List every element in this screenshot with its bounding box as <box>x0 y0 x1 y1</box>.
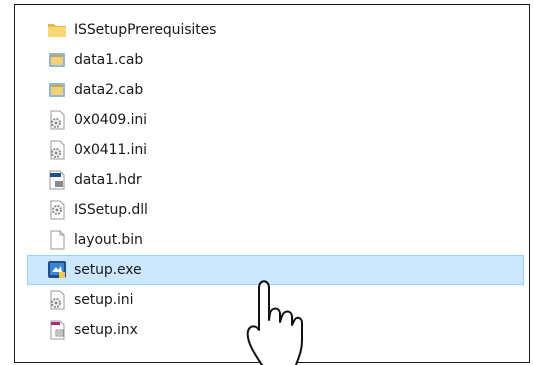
file-row-0x0411-ini[interactable]: 0x0411.ini <box>27 135 524 165</box>
file-row-setup-exe[interactable]: setup.exe <box>27 255 524 285</box>
file-list: ISSetupPrerequisites data1.cab data2.cab… <box>27 15 524 345</box>
file-list-panel: ISSetupPrerequisites data1.cab data2.cab… <box>14 4 530 363</box>
file-name: setup.exe <box>74 262 142 278</box>
file-name: data2.cab <box>74 82 144 98</box>
file-name: 0x0409.ini <box>74 112 147 128</box>
file-row-data1-hdr[interactable]: data1.hdr <box>27 165 524 195</box>
file-name: setup.inx <box>74 322 138 338</box>
file-name: data1.cab <box>74 52 144 68</box>
file-name: layout.bin <box>74 232 143 248</box>
dll-file-icon <box>47 200 67 220</box>
settings-file-icon <box>47 110 67 130</box>
setup-exe-icon <box>47 260 67 280</box>
file-row-data2-cab[interactable]: data2.cab <box>27 75 524 105</box>
file-row-data1-cab[interactable]: data1.cab <box>27 45 524 75</box>
file-name: ISSetup.dll <box>74 202 148 218</box>
hdr-file-icon <box>47 170 67 190</box>
inx-file-icon <box>47 320 67 340</box>
file-name: ISSetupPrerequisites <box>74 22 217 38</box>
folder-icon <box>47 20 67 40</box>
file-row-setup-inx[interactable]: setup.inx <box>27 315 524 345</box>
file-row-issetup-dll[interactable]: ISSetup.dll <box>27 195 524 225</box>
file-row-layout-bin[interactable]: layout.bin <box>27 225 524 255</box>
file-row-issetupprerequisites[interactable]: ISSetupPrerequisites <box>27 15 524 45</box>
cabinet-file-icon <box>47 80 67 100</box>
file-name: data1.hdr <box>74 172 142 188</box>
file-name: setup.ini <box>74 292 134 308</box>
file-row-setup-ini[interactable]: setup.ini <box>27 285 524 315</box>
cabinet-file-icon <box>47 50 67 70</box>
file-row-0x0409-ini[interactable]: 0x0409.ini <box>27 105 524 135</box>
settings-file-icon <box>47 140 67 160</box>
blank-file-icon <box>47 230 67 250</box>
file-name: 0x0411.ini <box>74 142 147 158</box>
settings-file-icon <box>47 290 67 310</box>
